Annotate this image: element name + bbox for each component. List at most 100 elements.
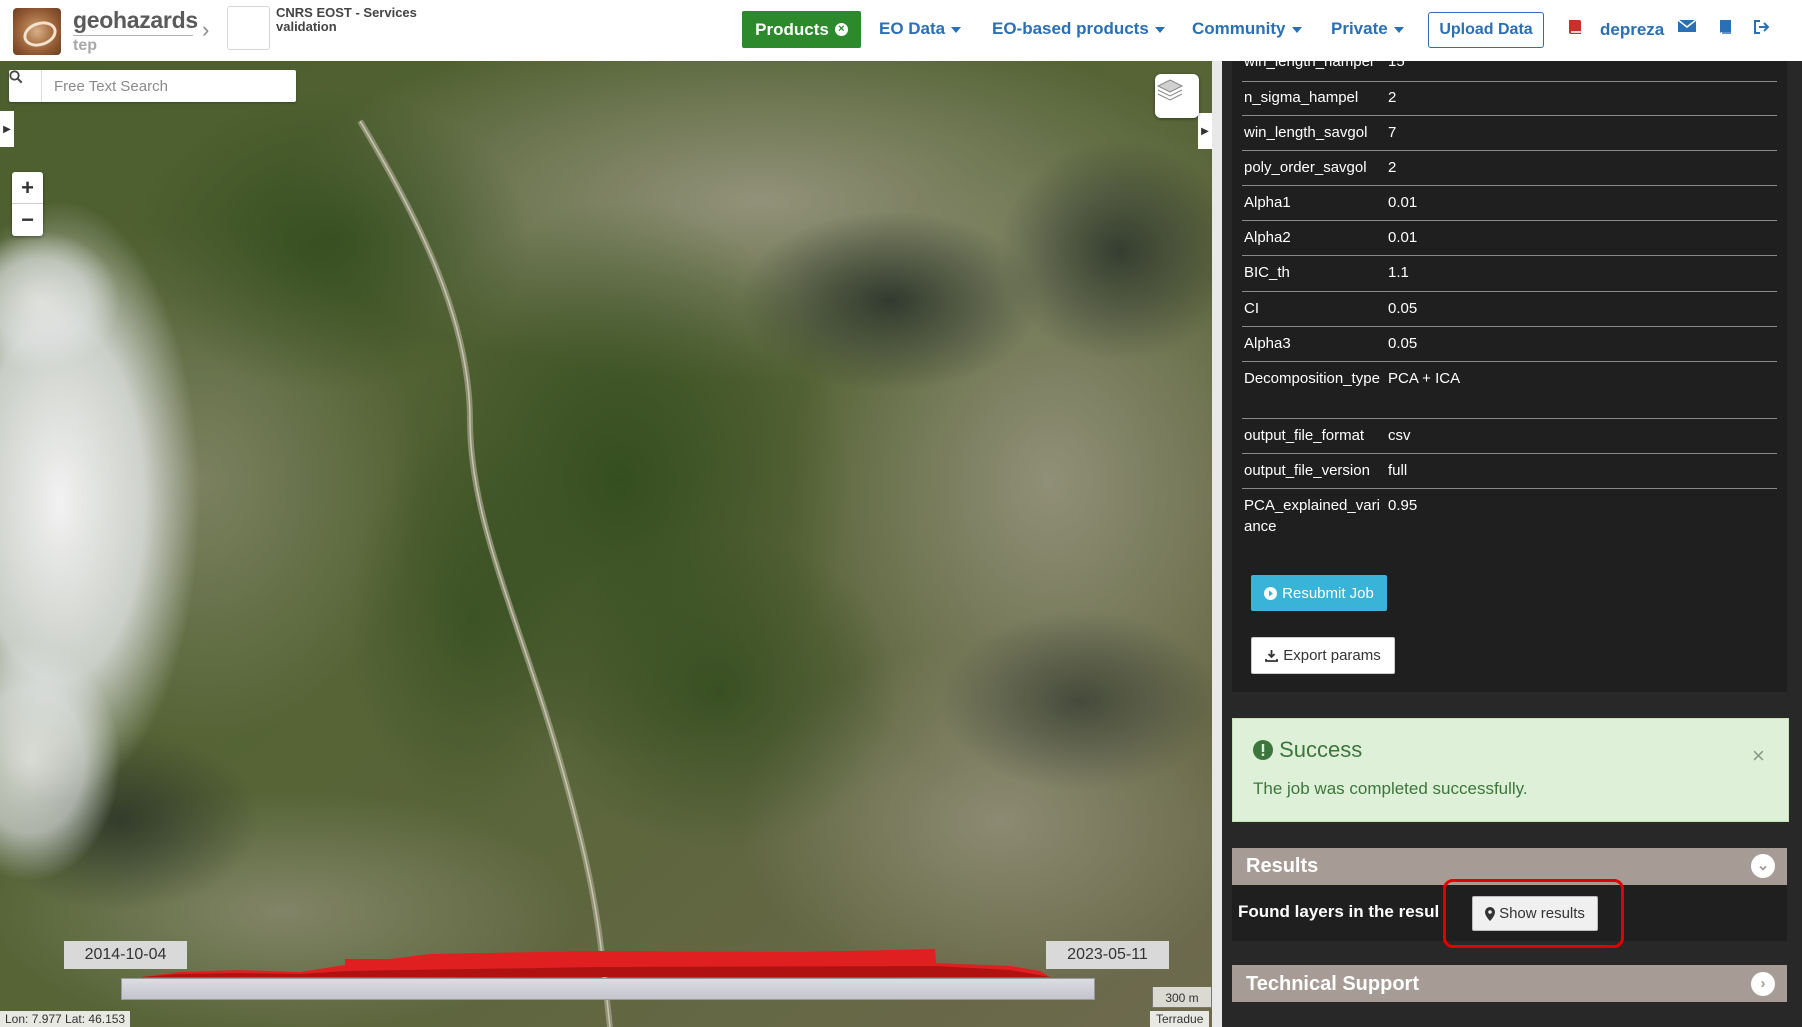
success-alert: Success The job was completed successful… bbox=[1232, 718, 1789, 822]
param-row: Alpha1 0.01 bbox=[1242, 186, 1777, 221]
param-name: PCA_explained_variance bbox=[1244, 497, 1380, 535]
nav-eo-data[interactable]: EO Data bbox=[879, 19, 962, 39]
nav-eo-based-products[interactable]: EO-based products bbox=[992, 19, 1165, 39]
download-icon bbox=[1265, 650, 1279, 662]
param-row: Decomposition_type PCA + ICA bbox=[1242, 362, 1777, 419]
search-icon[interactable] bbox=[9, 70, 42, 102]
param-name: output_file_version bbox=[1244, 462, 1370, 479]
param-value: 7 bbox=[1388, 124, 1397, 141]
logo-subtitle: tep bbox=[73, 37, 97, 54]
free-text-search[interactable] bbox=[9, 70, 296, 102]
export-params-label: Export params bbox=[1283, 647, 1381, 664]
param-name: n_sigma_hampel bbox=[1244, 89, 1359, 106]
search-input[interactable] bbox=[52, 76, 286, 96]
highlight-annotation bbox=[1443, 879, 1624, 948]
param-row: output_file_version full bbox=[1242, 454, 1777, 489]
param-name: Decomposition_type bbox=[1244, 370, 1380, 387]
param-name: win_length_savgol bbox=[1244, 124, 1368, 141]
param-row: BIC_th 1.1 bbox=[1242, 256, 1777, 292]
technical-support-header[interactable]: Technical Support › bbox=[1232, 965, 1787, 1002]
param-name: poly_order_savgol bbox=[1244, 159, 1367, 176]
geohazards-logo-icon[interactable] bbox=[13, 8, 61, 55]
nav-community[interactable]: Community bbox=[1192, 19, 1302, 39]
success-message: The job was completed successfully. bbox=[1253, 779, 1528, 798]
upload-data-button[interactable]: Upload Data bbox=[1428, 12, 1544, 48]
param-value: 0.01 bbox=[1388, 229, 1418, 246]
param-row: win_length_hampel 15 bbox=[1242, 45, 1777, 82]
nav-eo-based-products-label: EO-based products bbox=[992, 19, 1149, 38]
user-menu[interactable]: depreza bbox=[1600, 20, 1664, 40]
timeline-start-date: 2014-10-04 bbox=[64, 941, 187, 969]
param-value: full bbox=[1388, 462, 1408, 479]
param-name: win_length_hampel bbox=[1244, 53, 1374, 70]
chevron-right-icon: › bbox=[202, 17, 210, 42]
scale-bar: 300 m bbox=[1152, 987, 1212, 1008]
book-icon[interactable] bbox=[1566, 18, 1584, 41]
success-title: Success bbox=[1253, 737, 1362, 763]
zoom-in-button[interactable]: + bbox=[12, 172, 43, 204]
timeline-end-date: 2023-05-11 bbox=[1046, 941, 1169, 969]
param-value: PCA + ICA bbox=[1388, 370, 1461, 387]
documentation-book-icon[interactable] bbox=[1716, 18, 1734, 41]
map-view[interactable]: ▶ ▶ + − 2014-10-04 2023-05-11 300 m Lon:… bbox=[0, 61, 1212, 1027]
param-row: win_length_savgol 7 bbox=[1242, 116, 1777, 151]
param-value: 1.1 bbox=[1388, 264, 1409, 281]
param-row: Alpha2 0.01 bbox=[1242, 221, 1777, 256]
caret-down-icon bbox=[951, 26, 962, 33]
logo-divider bbox=[73, 35, 193, 36]
community-name[interactable]: CNRS EOST - Services validation bbox=[276, 6, 426, 34]
zoom-out-button[interactable]: − bbox=[12, 204, 43, 235]
timeline-slider[interactable] bbox=[121, 978, 1095, 1000]
technical-support-title: Technical Support bbox=[1246, 973, 1419, 995]
results-title: Results bbox=[1246, 855, 1319, 877]
layers-icon bbox=[1156, 79, 1184, 101]
logo-title[interactable]: geohazards bbox=[73, 7, 198, 34]
sign-out-icon[interactable] bbox=[1752, 18, 1770, 41]
caret-down-icon bbox=[1393, 26, 1404, 33]
close-icon[interactable]: × bbox=[1752, 743, 1765, 769]
export-params-button[interactable]: Export params bbox=[1251, 637, 1395, 674]
left-panel-toggle[interactable]: ▶ bbox=[0, 111, 14, 147]
param-row: Alpha3 0.05 bbox=[1242, 327, 1777, 362]
param-value: 0.05 bbox=[1388, 335, 1418, 352]
envelope-icon[interactable] bbox=[1677, 18, 1697, 39]
nav-private-label: Private bbox=[1331, 19, 1388, 38]
resubmit-job-label: Resubmit Job bbox=[1282, 584, 1374, 602]
param-row: CI 0.05 bbox=[1242, 292, 1777, 327]
param-name: CI bbox=[1244, 300, 1259, 317]
close-circle-icon[interactable]: × bbox=[834, 23, 848, 36]
success-title-text: Success bbox=[1279, 737, 1363, 762]
exclamation-circle-icon bbox=[1253, 740, 1273, 760]
map-attribution: Terradue bbox=[1150, 1011, 1210, 1027]
nav-private[interactable]: Private bbox=[1331, 19, 1404, 39]
nav-eo-data-label: EO Data bbox=[879, 19, 946, 38]
right-panel-toggle[interactable]: ▶ bbox=[1198, 113, 1212, 149]
zoom-control: + − bbox=[12, 172, 43, 236]
found-layers-text: Found layers in the resul bbox=[1238, 902, 1440, 921]
param-value: 2 bbox=[1388, 159, 1397, 176]
param-value: 15 bbox=[1388, 53, 1405, 70]
param-value: 0.05 bbox=[1388, 300, 1418, 317]
play-circle-icon bbox=[1264, 586, 1278, 600]
community-thumbnail[interactable] bbox=[227, 6, 270, 50]
cursor-coordinates: Lon: 7.977 Lat: 46.153 bbox=[0, 1011, 131, 1027]
nav-products-label: Products bbox=[755, 19, 829, 39]
param-name: BIC_th bbox=[1244, 264, 1290, 281]
panel-splitter[interactable] bbox=[1212, 61, 1222, 1027]
param-name: output_file_format bbox=[1244, 427, 1365, 444]
caret-down-icon bbox=[1291, 26, 1302, 33]
param-row: n_sigma_hampel 2 bbox=[1242, 81, 1777, 116]
param-value: csv bbox=[1388, 427, 1411, 444]
chevron-down-circle-icon[interactable]: ⌄ bbox=[1751, 854, 1775, 878]
chevron-right-circle-icon[interactable]: › bbox=[1751, 972, 1775, 996]
layers-button[interactable] bbox=[1155, 74, 1199, 118]
param-row: poly_order_savgol 2 bbox=[1242, 151, 1777, 186]
nav-community-label: Community bbox=[1192, 19, 1286, 38]
param-name: Alpha3 bbox=[1244, 335, 1291, 352]
param-name: Alpha2 bbox=[1244, 229, 1291, 246]
param-row: PCA_explained_variance 0.95 bbox=[1242, 489, 1777, 545]
param-value: 2 bbox=[1388, 89, 1397, 106]
nav-products-button[interactable]: Products × bbox=[742, 11, 861, 48]
resubmit-job-button[interactable]: Resubmit Job bbox=[1251, 575, 1387, 611]
param-row: output_file_format csv bbox=[1242, 419, 1777, 454]
